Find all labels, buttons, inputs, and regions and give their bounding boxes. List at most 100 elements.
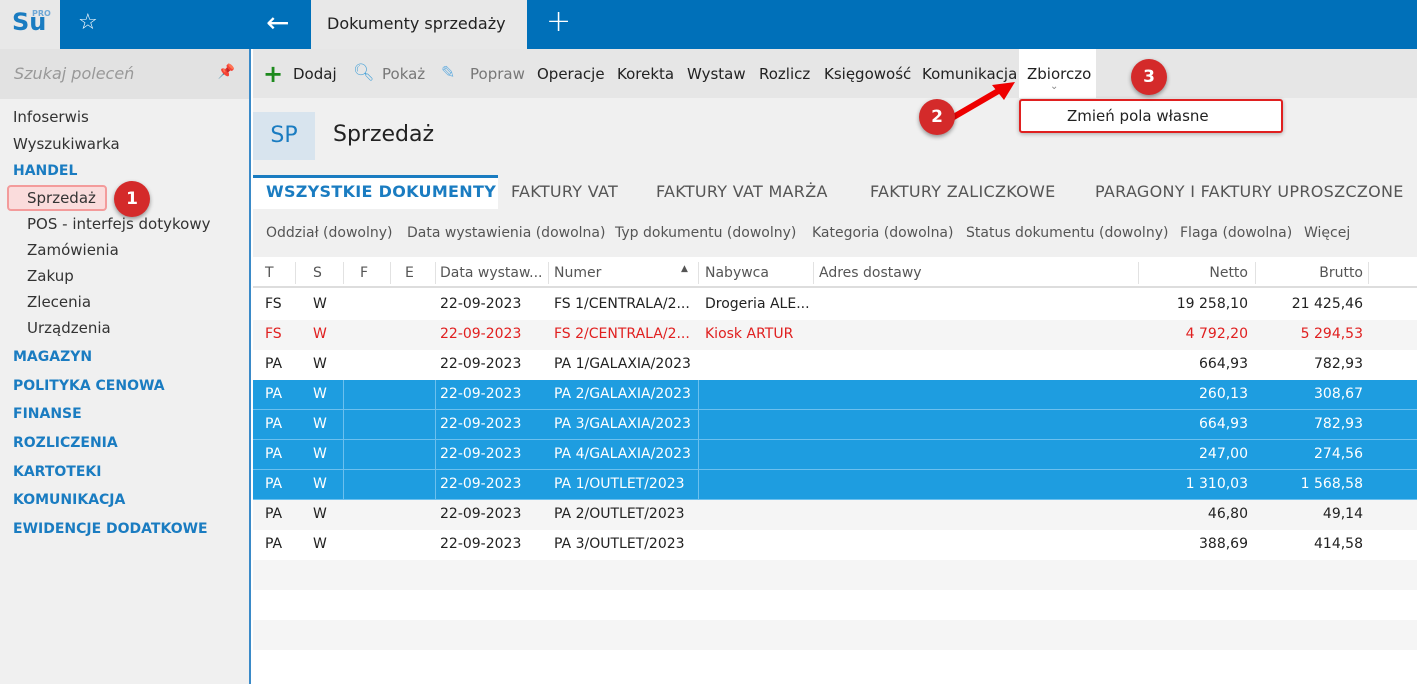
sidebar-item[interactable]: KARTOTEKI bbox=[13, 464, 101, 480]
cell-4: 22-09-2023 bbox=[440, 386, 522, 402]
sidebar-item[interactable]: Sprzedaż bbox=[27, 189, 96, 207]
cell-5: PA 2/GALAXIA/2023 bbox=[554, 386, 691, 402]
cell-5: PA 4/GALAXIA/2023 bbox=[554, 446, 691, 462]
cell-4: 22-09-2023 bbox=[440, 476, 522, 492]
ksiegowosc-button[interactable]: Księgowość bbox=[824, 65, 911, 83]
cell-1: W bbox=[313, 476, 327, 492]
cell-4: 22-09-2023 bbox=[440, 506, 522, 522]
cell-1: W bbox=[313, 296, 327, 312]
tab-faktury-vat-marza[interactable]: FAKTURY VAT MARŻA bbox=[656, 182, 828, 201]
zbiorczo-button[interactable]: Zbiorczo bbox=[1027, 65, 1091, 83]
cell-0: PA bbox=[265, 386, 283, 402]
cell-5: PA 2/OUTLET/2023 bbox=[554, 506, 685, 522]
cell-8: 388,69 bbox=[1199, 536, 1248, 552]
pin-icon[interactable]: 📌 bbox=[218, 64, 235, 80]
add-icon: + bbox=[263, 60, 284, 88]
cell-4: 22-09-2023 bbox=[440, 446, 522, 462]
cell-9: 274,56 bbox=[1314, 446, 1363, 462]
table-row[interactable]: PA W 22-09-2023 PA 2/OUTLET/2023 46,80 49,14 bbox=[253, 500, 1417, 530]
cell-1: W bbox=[313, 416, 327, 432]
sidebar-item[interactable]: FINANSE bbox=[13, 406, 82, 422]
sidebar-item[interactable]: POLITYKA CENOWA bbox=[13, 378, 165, 394]
menu-item-zmien-pola-wlasne[interactable]: Zmień pola własne bbox=[1019, 99, 1283, 133]
command-search-input[interactable]: Szukaj poleceń bbox=[0, 49, 249, 99]
column-header[interactable]: Data wystaw... bbox=[440, 265, 543, 281]
cell-5: PA 1/GALAXIA/2023 bbox=[554, 356, 691, 372]
filter-kategoria[interactable]: Kategoria (dowolna) bbox=[812, 225, 953, 241]
cell-8: 664,93 bbox=[1199, 356, 1248, 372]
tab-faktury-vat[interactable]: FAKTURY VAT bbox=[511, 182, 618, 201]
cell-0: PA bbox=[265, 536, 283, 552]
filter-oddzial[interactable]: Oddział (dowolny) bbox=[266, 225, 392, 241]
filter-typ[interactable]: Typ dokumentu (dowolny) bbox=[615, 225, 796, 241]
table-row[interactable]: FS W 22-09-2023 FS 2/CENTRALA/2... Kiosk ART… bbox=[253, 320, 1417, 350]
cell-8: 247,00 bbox=[1199, 446, 1248, 462]
sidebar-item[interactable]: EWIDENCJE DODATKOWE bbox=[13, 521, 208, 537]
popraw-button[interactable]: Popraw bbox=[470, 65, 525, 83]
table-row[interactable]: PA W 22-09-2023 PA 2/GALAXIA/2023 260,13 308,… bbox=[253, 380, 1417, 410]
favorite-star-icon[interactable]: ☆ bbox=[78, 10, 98, 35]
sidebar-item[interactable]: Zlecenia bbox=[27, 293, 91, 311]
tab-wszystkie[interactable]: WSZYSTKIE DOKUMENTY bbox=[266, 182, 496, 201]
table-row[interactable]: PA W 22-09-2023 PA 1/GALAXIA/2023 664,93 782,… bbox=[253, 350, 1417, 380]
rozlicz-button[interactable]: Rozlicz bbox=[759, 65, 810, 83]
sidebar-item[interactable]: KOMUNIKACJA bbox=[13, 492, 125, 508]
column-header[interactable]: E bbox=[405, 265, 414, 281]
empty-row bbox=[253, 620, 1417, 650]
column-header[interactable]: T bbox=[265, 265, 274, 281]
new-tab-plus-icon[interactable]: + bbox=[546, 4, 571, 39]
tab-faktury-zaliczkowe[interactable]: FAKTURY ZALICZKOWE bbox=[870, 182, 1056, 201]
sidebar-item[interactable]: POS - interfejs dotykowy bbox=[27, 215, 210, 233]
sidebar-item[interactable]: MAGAZYN bbox=[13, 349, 92, 365]
toolbar: + Dodaj 🔍︎ Pokaż ✎ Popraw Operacje Korek… bbox=[253, 49, 1417, 98]
sidebar-item[interactable]: Zakup bbox=[27, 267, 74, 285]
cell-0: PA bbox=[265, 506, 283, 522]
cell-4: 22-09-2023 bbox=[440, 296, 522, 312]
table-row[interactable]: PA W 22-09-2023 PA 3/OUTLET/2023 388,69 414,5… bbox=[253, 530, 1417, 560]
column-header[interactable]: F bbox=[360, 265, 368, 281]
korekta-button[interactable]: Korekta bbox=[617, 65, 674, 83]
sidebar-item[interactable]: Wyszukiwarka bbox=[13, 135, 120, 153]
sidebar: Szukaj poleceń 📌 Infoserwis Wyszukiwarka H… bbox=[0, 49, 251, 684]
tab-dokumenty-sprzedazy[interactable]: Dokumenty sprzedaży bbox=[311, 0, 527, 49]
column-header[interactable]: Adres dostawy bbox=[819, 265, 922, 281]
filter-status[interactable]: Status dokumentu (dowolny) bbox=[966, 225, 1168, 241]
filter-flaga[interactable]: Flaga (dowolna) bbox=[1180, 225, 1292, 241]
sidebar-item[interactable]: Urządzenia bbox=[27, 319, 111, 337]
tab-paragony[interactable]: PARAGONY I FAKTURY UPROSZCZONE bbox=[1095, 182, 1404, 201]
cell-9: 1 568,58 bbox=[1300, 476, 1363, 492]
column-header[interactable]: Netto bbox=[1209, 265, 1248, 281]
dodaj-button[interactable]: Dodaj bbox=[293, 65, 337, 83]
table-row[interactable]: PA W 22-09-2023 PA 3/GALAXIA/2023 664,93 782,… bbox=[253, 410, 1417, 440]
operacje-button[interactable]: Operacje bbox=[537, 65, 605, 83]
app-logo[interactable]: Su PRO bbox=[0, 0, 60, 49]
filter-wiecej[interactable]: Więcej bbox=[1304, 225, 1350, 241]
table-row[interactable]: PA W 22-09-2023 PA 4/GALAXIA/2023 247,00 274,… bbox=[253, 440, 1417, 470]
sidebar-item[interactable]: Infoserwis bbox=[13, 108, 89, 126]
chevron-down-icon: ⌄ bbox=[1050, 81, 1059, 92]
cell-6: Kiosk ARTUR bbox=[705, 326, 794, 342]
pokaz-button[interactable]: Pokaż bbox=[382, 65, 425, 83]
column-header[interactable]: Brutto bbox=[1319, 265, 1363, 281]
empty-row bbox=[253, 560, 1417, 590]
cell-8: 260,13 bbox=[1199, 386, 1248, 402]
back-arrow-icon[interactable]: ← bbox=[266, 6, 289, 39]
cell-4: 22-09-2023 bbox=[440, 416, 522, 432]
cell-6: Drogeria ALE... bbox=[705, 296, 810, 312]
cell-0: PA bbox=[265, 356, 283, 372]
wystaw-button[interactable]: Wystaw bbox=[687, 65, 746, 83]
cell-0: PA bbox=[265, 446, 283, 462]
table-row[interactable]: PA W 22-09-2023 PA 1/OUTLET/2023 1 310,03 1 5… bbox=[253, 470, 1417, 500]
table-row[interactable]: FS W 22-09-2023 FS 1/CENTRALA/2... Drogeria … bbox=[253, 290, 1417, 320]
column-header[interactable]: Nabywca bbox=[705, 265, 769, 281]
cell-0: PA bbox=[265, 476, 283, 492]
brush-icon: ✎ bbox=[441, 63, 456, 83]
table-header: T S F E Data wystaw... Numer Nabywca Adres dost… bbox=[253, 258, 1417, 288]
sidebar-item[interactable]: ROZLICZENIA bbox=[13, 435, 118, 451]
column-header[interactable]: Numer bbox=[554, 265, 601, 281]
sidebar-item[interactable]: HANDEL bbox=[13, 163, 77, 179]
module-badge: SP bbox=[253, 112, 315, 160]
filter-data[interactable]: Data wystawienia (dowolna) bbox=[407, 225, 605, 241]
sidebar-item[interactable]: Zamówienia bbox=[27, 241, 119, 259]
column-header[interactable]: S bbox=[313, 265, 322, 281]
